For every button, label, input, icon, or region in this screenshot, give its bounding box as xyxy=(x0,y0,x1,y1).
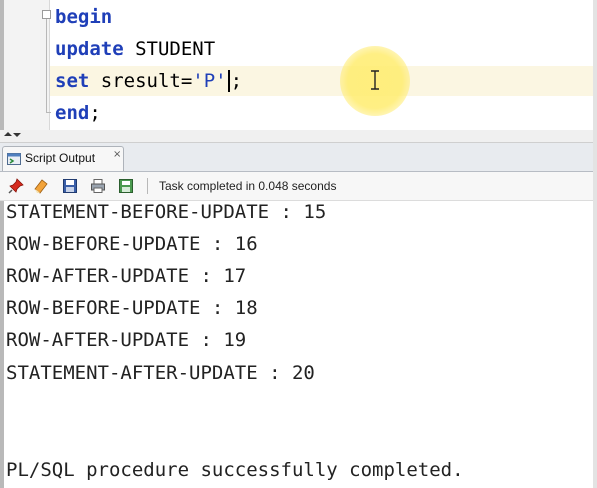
code-text: ; xyxy=(230,70,243,92)
fold-collapse-icon[interactable] xyxy=(42,10,51,19)
save-icon[interactable] xyxy=(62,178,78,194)
code-text: STUDENT xyxy=(123,38,216,60)
output-line: STATEMENT-AFTER-UPDATE : 20 xyxy=(6,362,315,384)
code-text: sresult= xyxy=(89,70,193,92)
fold-guide-end xyxy=(46,112,51,113)
keyword-update: update xyxy=(55,38,124,60)
close-icon[interactable]: × xyxy=(113,149,121,160)
tab-script-output[interactable]: Script Output × xyxy=(2,146,124,171)
script-output-icon xyxy=(7,153,21,165)
output-line: ROW-AFTER-UPDATE : 17 xyxy=(6,265,247,287)
output-line: ROW-AFTER-UPDATE : 19 xyxy=(6,329,247,351)
pin-icon[interactable] xyxy=(8,178,24,194)
code-line-4[interactable]: end; xyxy=(55,98,101,128)
output-left-border xyxy=(0,201,4,488)
tab-label: Script Output xyxy=(25,151,96,165)
keyword-set: set xyxy=(55,70,90,92)
keyword-begin: begin xyxy=(55,6,113,28)
code-text: ; xyxy=(89,102,101,124)
ibeam-cursor-icon xyxy=(371,70,379,90)
toolbar-separator xyxy=(147,178,148,194)
eraser-icon[interactable] xyxy=(33,178,49,194)
output-line: ROW-BEFORE-UPDATE : 18 xyxy=(6,297,258,319)
keyword-end: end xyxy=(55,102,90,124)
output-toolbar: Task completed in 0.048 seconds xyxy=(0,172,597,201)
code-line-1[interactable]: begin xyxy=(55,2,112,32)
fold-guide-line xyxy=(46,19,47,113)
string-literal: 'P' xyxy=(192,70,227,92)
output-line: ROW-BEFORE-UPDATE : 16 xyxy=(6,233,258,255)
expand-up-icon[interactable] xyxy=(4,132,12,136)
save-output-icon[interactable] xyxy=(118,178,134,194)
script-output-area[interactable]: STATEMENT-BEFORE-UPDATE : 15 ROW-BEFORE-… xyxy=(0,201,597,488)
print-icon[interactable] xyxy=(90,178,106,194)
code-line-3[interactable]: set sresult='P'; xyxy=(55,66,242,96)
code-line-2[interactable]: update STUDENT xyxy=(55,34,215,64)
window-right-edge xyxy=(593,0,597,488)
editor-gutter xyxy=(4,0,50,130)
panel-tab-bar: Script Output × xyxy=(0,143,597,172)
panel-splitter[interactable] xyxy=(0,130,597,143)
collapse-down-icon[interactable] xyxy=(13,133,21,137)
code-editor[interactable]: begin update STUDENT set sresult='P'; en… xyxy=(0,0,597,130)
output-line-completion: PL/SQL procedure successfully completed. xyxy=(6,459,464,481)
text-caret xyxy=(227,70,230,92)
status-text: Task completed in 0.048 seconds xyxy=(159,179,337,193)
output-line: STATEMENT-BEFORE-UPDATE : 15 xyxy=(6,201,327,223)
